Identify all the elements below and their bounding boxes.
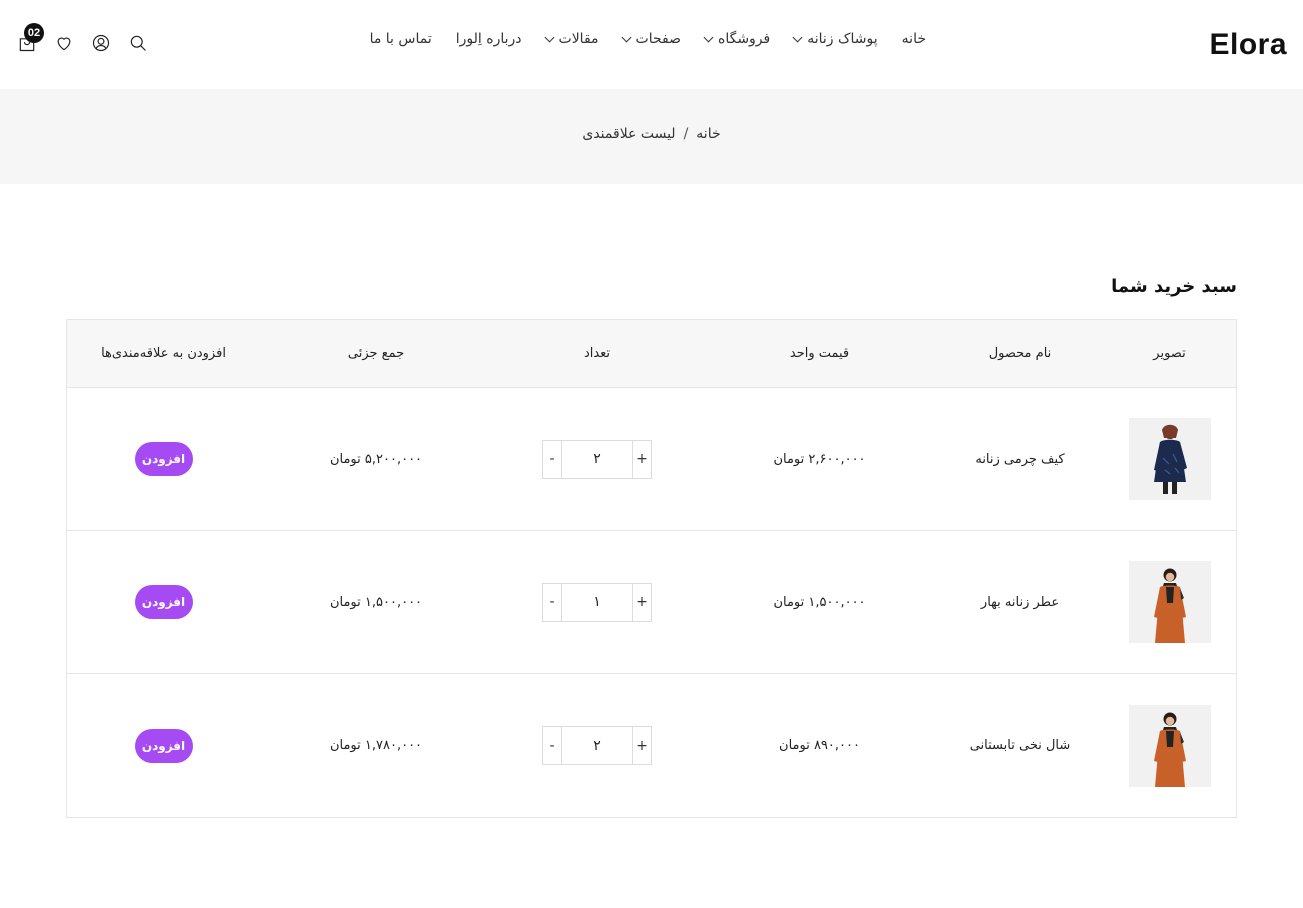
table-header: تصویر نام محصول قیمت واحد تعداد جمع جزئی…: [67, 320, 1236, 388]
cart-count-badge: 02: [24, 23, 44, 43]
heart-icon: [57, 37, 71, 51]
column-header-quantity-label: تعداد: [583, 346, 611, 361]
qty-decrease-button[interactable]: -: [543, 440, 562, 478]
nav-label: فروشگاه: [717, 31, 771, 47]
product-name[interactable]: کیف چرمی زنانه: [937, 452, 1103, 467]
unit-price: ۲,۶۰۰,۰۰۰ تومان: [773, 451, 866, 467]
cart-button[interactable]: 02: [16, 23, 44, 54]
woman-orange-coat-image: [1128, 561, 1211, 643]
account-button[interactable]: [90, 32, 112, 54]
product-image[interactable]: [1128, 561, 1211, 643]
quantity-cell: - +: [492, 439, 702, 479]
woman-navy-coat-image: [1128, 418, 1211, 500]
site-header: Elora خانه پوشاک زنانه فروشگاه صفحات مقا…: [0, 0, 1303, 89]
chevron-down-icon: [621, 32, 631, 42]
nav-item-pages[interactable]: صفحات: [621, 31, 681, 47]
search-icon: [130, 35, 146, 51]
quantity-cell: - +: [492, 726, 702, 765]
main-nav: خانه پوشاک زنانه فروشگاه صفحات مقالات در…: [370, 31, 926, 47]
column-header-add-wishlist-label: افزودن به علاقه‌مندی‌ها: [101, 346, 226, 361]
nav-item-articles[interactable]: مقالات: [544, 31, 599, 47]
page-title: سبد خرید شما: [1111, 276, 1237, 297]
nav-item-home[interactable]: خانه: [902, 31, 926, 47]
product-image[interactable]: [1128, 704, 1211, 787]
quantity-stepper: - +: [542, 439, 652, 479]
search-button[interactable]: [127, 32, 149, 54]
nav-item-women-clothing[interactable]: پوشاک زنانه: [792, 31, 878, 47]
wishlist-button[interactable]: [53, 32, 75, 54]
column-header-image: تصویر: [1153, 346, 1186, 361]
product-image[interactable]: [1128, 418, 1211, 500]
column-header-unit-price: قیمت واحد: [789, 346, 850, 361]
column-header-name: نام محصول: [988, 346, 1052, 361]
quantity-cell: - +: [492, 582, 702, 622]
qty-decrease-button[interactable]: -: [543, 583, 562, 621]
unit-price: ۱,۵۰۰,۰۰۰ تومان: [773, 594, 866, 610]
quantity-stepper: - +: [542, 582, 652, 622]
subtotal: ۵,۲۰۰,۰۰۰ تومان: [329, 451, 423, 467]
qty-increase-button[interactable]: +: [632, 583, 651, 621]
quantity-field[interactable]: [562, 727, 632, 764]
product-image-cell: [1103, 561, 1236, 643]
page-banner: خانه / لیست علاقمندی: [0, 89, 1303, 184]
add-wishlist-cell: افزودن: [67, 442, 260, 476]
breadcrumb-current: لیست علاقمندی: [582, 126, 676, 142]
woman-orange-coat-image: [1128, 704, 1211, 787]
cart-table: تصویر نام محصول قیمت واحد تعداد جمع جزئی…: [66, 319, 1237, 818]
breadcrumb: خانه / لیست علاقمندی: [0, 126, 1303, 142]
qty-increase-button[interactable]: +: [632, 440, 651, 478]
product-name[interactable]: عطر زنانه بهار: [937, 595, 1103, 610]
breadcrumb-home[interactable]: خانه: [696, 126, 720, 142]
nav-item-about[interactable]: درباره اِلورا: [456, 31, 522, 47]
add-to-wishlist-button[interactable]: افزودن: [134, 728, 193, 763]
nav-label: خانه: [901, 31, 926, 47]
quantity-field[interactable]: [562, 440, 632, 478]
nav-item-contact[interactable]: تماس با ما: [370, 31, 432, 47]
add-wishlist-cell: افزودن: [67, 728, 260, 763]
column-header-quantity: تعداد: [492, 346, 702, 361]
product-name[interactable]: شال نخی تابستانی: [937, 738, 1103, 753]
chevron-down-icon: [792, 32, 803, 42]
nav-label: صفحات: [635, 31, 681, 47]
column-header-add-wishlist: افزودن به علاقه‌مندی‌ها: [67, 346, 260, 361]
table-row: کیف چرمی زنانه ۲,۶۰۰,۰۰۰ تومان - + ۵,۲۰۰…: [67, 388, 1236, 531]
subtotal: ۱,۵۰۰,۰۰۰ تومان: [329, 594, 423, 610]
logo[interactable]: Elora: [1209, 28, 1287, 62]
nav-label: درباره اِلورا: [455, 31, 522, 47]
product-image-cell: [1103, 704, 1236, 787]
table-row: شال نخی تابستانی ۸۹۰,۰۰۰ تومان - + ۱,۷۸۰…: [67, 674, 1236, 817]
add-to-wishlist-button[interactable]: افزودن: [134, 442, 193, 476]
quantity-field[interactable]: [562, 583, 632, 621]
nav-label: مقالات: [558, 31, 599, 47]
product-image-cell: [1103, 418, 1236, 500]
qty-increase-button[interactable]: +: [632, 727, 651, 764]
column-header-subtotal: جمع جزئی: [347, 346, 405, 361]
nav-label: تماس با ما: [369, 31, 432, 47]
qty-decrease-button[interactable]: -: [543, 727, 562, 764]
quantity-stepper: - +: [542, 726, 652, 765]
unit-price: ۸۹۰,۰۰۰ تومان: [779, 738, 860, 753]
add-to-wishlist-button[interactable]: افزودن: [134, 585, 193, 619]
nav-item-shop[interactable]: فروشگاه: [703, 31, 771, 47]
nav-label: پوشاک زنانه: [807, 31, 878, 47]
user-icon: [92, 34, 110, 52]
header-icons: 02: [16, 23, 164, 54]
breadcrumb-separator: /: [683, 126, 689, 142]
chevron-down-icon: [544, 32, 554, 42]
chevron-down-icon: [703, 32, 714, 42]
table-row: عطر زنانه بهار ۱,۵۰۰,۰۰۰ تومان - + ۱,۵۰۰…: [67, 531, 1236, 674]
add-wishlist-cell: افزودن: [67, 585, 260, 619]
subtotal: ۱,۷۸۰,۰۰۰ تومان: [329, 738, 423, 753]
